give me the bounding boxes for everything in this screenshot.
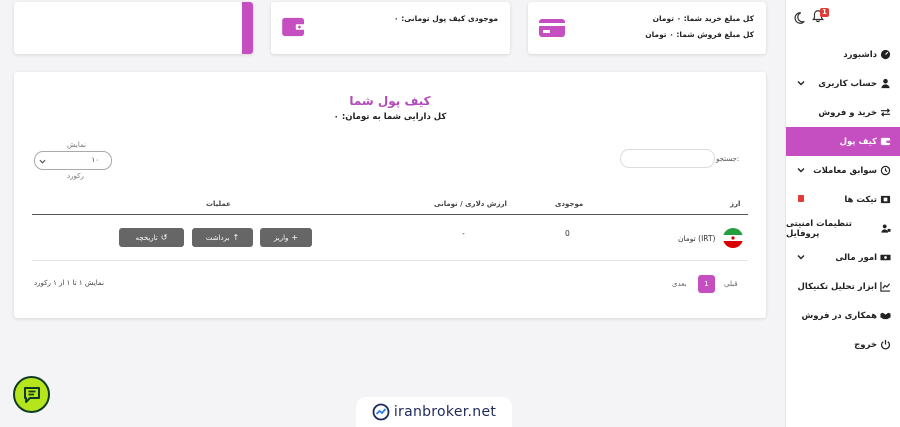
accent-strip (242, 2, 253, 54)
column-header-balance: موجودی (555, 200, 584, 208)
search-label: جستجو: (716, 155, 740, 163)
user-icon (881, 78, 890, 89)
sidebar-item-label: امور مالی (835, 252, 877, 263)
chevron-down-icon (797, 255, 805, 260)
pagination-current[interactable]: 1 (698, 275, 715, 293)
sidebar-item-finance[interactable]: امور مالی (786, 243, 900, 272)
chevron-down-icon (797, 81, 805, 86)
table-row-divider (32, 260, 748, 261)
total-buy-text: کل مبلغ خرید شما: ۰ تومان (652, 14, 754, 23)
sidebar-item-label: همکاری در فروش (801, 310, 877, 321)
sidebar-item-logout[interactable]: خروج (786, 330, 900, 359)
column-header-value: ارزش دلاری / تومانی (434, 200, 507, 208)
dashboard-icon (880, 49, 891, 60)
moon-icon[interactable] (792, 11, 806, 25)
user-lock-icon (881, 224, 891, 233)
plus-icon: + (291, 233, 299, 242)
history-label: تاریخچه (135, 233, 158, 242)
sidebar-item-label: داشبورد (843, 49, 877, 60)
stat-card-empty (14, 2, 253, 54)
sidebar-item-trade[interactable]: خرید و فروش (786, 98, 900, 127)
balance-cell: 0 (565, 229, 570, 238)
credit-card-icon (539, 19, 565, 37)
sidebar-item-label: ابزار تحلیل تکنیکال (797, 281, 877, 292)
pagination-next[interactable]: بعدی (672, 280, 686, 288)
sidebar-item-tickets[interactable]: تیکت ها (786, 185, 900, 214)
brand-logo: iranbroker.net (356, 397, 512, 427)
chevron-down-icon (797, 168, 805, 173)
sidebar-item-label: خروج (854, 339, 877, 350)
chevron-down-icon (39, 159, 46, 164)
sidebar-item-dashboard[interactable]: داشبورد (786, 40, 900, 69)
page-title: کیف پول شما (349, 94, 431, 108)
logo-text: iranbroker.net (393, 404, 497, 420)
record-label: رکورد (67, 172, 84, 180)
ticket-badge (798, 195, 804, 202)
wallet-balance-text: موجودی کیف پول تومانی: ۰ (394, 14, 498, 23)
chat-icon (23, 386, 40, 403)
history-icon (880, 165, 891, 176)
handshake-icon (880, 312, 891, 320)
table-info: نمایش ۱ تا ۱ از ۱ رکورد (34, 279, 104, 287)
total-assets-text: کل دارایی شما به تومان: ۰ (333, 112, 447, 122)
power-icon (880, 339, 891, 350)
sidebar-item-label: حساب کاربری (818, 78, 877, 89)
total-sell-text: کل مبلغ فروش شما: ۰ تومان (645, 30, 754, 39)
iran-flag-icon (723, 228, 743, 248)
history-icon: ↺ (160, 233, 168, 242)
sidebar-item-wallet[interactable]: کیف پول (786, 127, 900, 156)
wallet-icon (282, 17, 306, 37)
column-header-operations: عملیات (206, 200, 231, 208)
sidebar-item-security[interactable]: تنظیمات امنیتی پروفایل (786, 214, 900, 243)
currency-cell: تومان (IRT) (678, 234, 716, 243)
withdraw-label: برداشت (205, 233, 230, 242)
sidebar-item-account[interactable]: حساب کاربری (786, 69, 900, 98)
wallet-panel: کیف پول شما کل دارایی شما به تومان: ۰ نم… (14, 72, 766, 318)
column-header-currency: ارز (730, 200, 741, 208)
money-icon (880, 254, 891, 261)
pagination-prev[interactable]: قبلی (724, 280, 738, 288)
stat-card-wallet: موجودی کیف پول تومانی: ۰ (271, 2, 510, 54)
show-label: نمایش (67, 141, 87, 149)
page-size-select[interactable]: ۱۰ (34, 151, 112, 170)
sidebar-item-label: تنظیمات امنیتی پروفایل (786, 218, 852, 239)
chat-button[interactable] (13, 376, 50, 413)
chart-icon (880, 281, 891, 292)
wallet-icon (880, 137, 891, 146)
sidebar-item-analysis[interactable]: ابزار تحلیل تکنیکال (786, 272, 900, 301)
withdraw-button[interactable]: برداشت ↑ (192, 228, 253, 247)
table-header-divider (32, 214, 748, 215)
ticket-icon (880, 195, 891, 204)
sidebar-item-label: تیکت ها (844, 194, 877, 205)
stat-card-buy-sell: کل مبلغ خرید شما: ۰ تومان کل مبلغ فروش ش… (528, 2, 766, 54)
sidebar-menu: داشبورد حساب کاربری خرید و فروش کیف پول … (786, 40, 900, 359)
history-button[interactable]: تاریخچه ↺ (119, 228, 184, 247)
deposit-button[interactable]: واریز + (260, 228, 312, 247)
sidebar-item-history[interactable]: سوابق معاملات (786, 156, 900, 185)
search-input[interactable] (620, 149, 715, 168)
sidebar: 1 داشبورد حساب کاربری خرید و فروش کیف پو… (785, 0, 900, 427)
deposit-label: واریز (273, 233, 289, 242)
sidebar-item-label: سوابق معاملات (813, 165, 877, 176)
sidebar-item-label: خرید و فروش (818, 107, 877, 118)
logo-mark-icon (372, 403, 390, 421)
exchange-icon (880, 108, 891, 117)
notification-badge: 1 (820, 8, 829, 17)
sidebar-header: 1 (786, 0, 900, 40)
page-size-value: ۱۰ (91, 156, 99, 164)
sidebar-item-label: کیف پول (839, 136, 877, 147)
value-cell: - (462, 229, 465, 238)
sidebar-item-affiliate[interactable]: همکاری در فروش (786, 301, 900, 330)
arrow-up-icon: ↑ (232, 233, 240, 242)
